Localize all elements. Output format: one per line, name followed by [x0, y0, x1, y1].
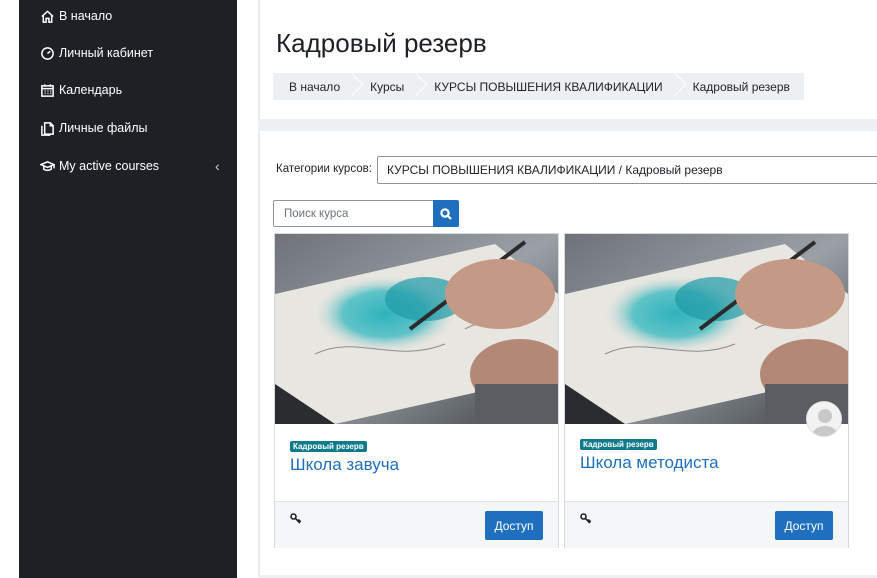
key-icon [579, 512, 593, 526]
course-card-footer: Доступ [275, 501, 558, 548]
section-divider [258, 119, 877, 131]
category-badge: Кадровый резерв [580, 439, 657, 450]
course-card: Кадровый резерв Школа завуча Доступ [274, 233, 559, 548]
home-icon [39, 8, 55, 24]
breadcrumb-home[interactable]: В начало [273, 73, 354, 100]
sidebar-item-calendar[interactable]: Календарь [39, 82, 122, 98]
sidebar-item-label: В начало [59, 9, 113, 23]
category-select[interactable]: КУРСЫ ПОВЫШЕНИЯ КВАЛИФИКАЦИИ / Кадровый … [377, 156, 877, 184]
access-button[interactable]: Доступ [485, 511, 543, 540]
category-label: Категории курсов: [276, 163, 372, 175]
breadcrumb-current: Кадровый резерв [692, 79, 790, 94]
sidebar-item-label: Личные файлы [59, 121, 148, 135]
course-title-link[interactable]: Школа завуча [290, 455, 399, 475]
course-search-input[interactable] [273, 200, 433, 227]
graduation-cap-icon [39, 158, 55, 174]
course-image[interactable] [565, 234, 848, 424]
search-icon [440, 207, 452, 220]
left-edge [0, 0, 19, 578]
sidebar-item-home[interactable]: В начало [39, 8, 112, 24]
course-card: Кадровый резерв Школа методиста Доступ [564, 233, 849, 548]
sidebar-item-label: My active courses [59, 159, 160, 173]
files-icon [39, 120, 55, 136]
course-card-body: Кадровый резерв Школа методиста [565, 424, 848, 501]
page-title: Кадровый резерв [276, 28, 487, 58]
sidebar-item-my-active-courses[interactable]: My active courses [39, 158, 159, 174]
sidebar: В начало Личный кабинет Календарь Личные… [19, 0, 237, 578]
search-button[interactable] [433, 200, 459, 227]
breadcrumb-courses[interactable]: Курсы [354, 73, 418, 100]
key-icon [289, 512, 303, 526]
category-badge: Кадровый резерв [290, 441, 367, 452]
course-image[interactable] [275, 234, 558, 424]
course-card-footer: Доступ [565, 501, 848, 548]
calendar-icon [39, 82, 55, 98]
course-card-body: Кадровый резерв Школа завуча [275, 424, 558, 501]
access-button[interactable]: Доступ [775, 511, 833, 540]
sidebar-item-dashboard[interactable]: Личный кабинет [39, 45, 153, 61]
sidebar-item-label: Календарь [59, 83, 123, 97]
content-divider [258, 0, 260, 578]
breadcrumb-category[interactable]: КУРСЫ ПОВЫШЕНИЯ КВАЛИФИКАЦИИ [418, 73, 676, 100]
page: В начало Личный кабинет Календарь Личные… [0, 0, 877, 578]
chevron-left-icon[interactable]: ‹ [215, 158, 220, 174]
sidebar-item-files[interactable]: Личные файлы [39, 120, 148, 136]
course-title-link[interactable]: Школа методиста [580, 453, 719, 473]
breadcrumb: В начало Курсы КУРСЫ ПОВЫШЕНИЯ КВАЛИФИКА… [273, 73, 804, 100]
dashboard-icon [39, 45, 55, 61]
sidebar-item-label: Личный кабинет [59, 46, 154, 60]
